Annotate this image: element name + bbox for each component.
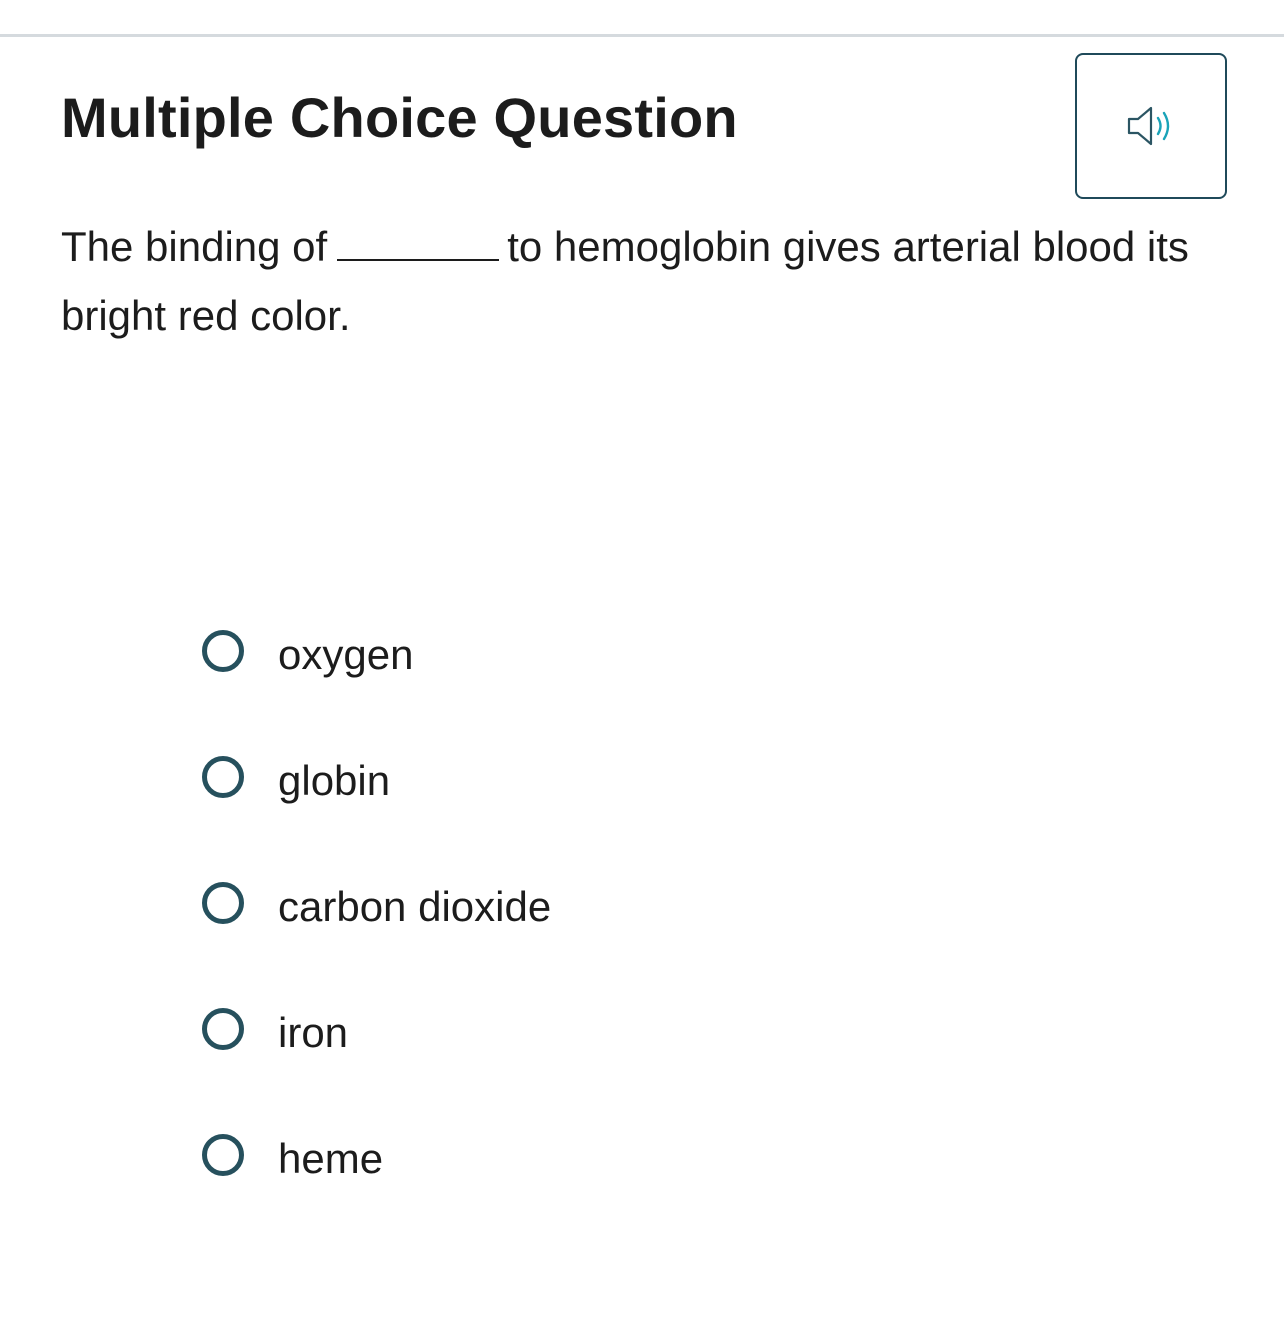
choice-label: heme bbox=[278, 1135, 384, 1182]
radio-button[interactable] bbox=[202, 882, 244, 924]
choice-heme[interactable]: heme bbox=[202, 1092, 551, 1218]
question-text: The binding of to hemoglobin gives arteri… bbox=[61, 212, 1191, 350]
answer-blank bbox=[337, 259, 500, 261]
read-aloud-button[interactable] bbox=[1075, 53, 1227, 199]
page-title: Multiple Choice Question bbox=[61, 86, 738, 149]
choice-oxygen[interactable]: oxygen bbox=[202, 588, 551, 714]
speaker-icon bbox=[1127, 106, 1170, 146]
choice-carbon-dioxide[interactable]: carbon dioxide bbox=[202, 840, 551, 966]
choice-label: oxygen bbox=[278, 631, 414, 678]
question-text-before: The binding of bbox=[61, 223, 328, 270]
radio-button[interactable] bbox=[202, 630, 244, 672]
radio-button[interactable] bbox=[202, 756, 244, 798]
choice-label: globin bbox=[278, 757, 391, 804]
radio-button[interactable] bbox=[202, 1008, 244, 1050]
radio-button[interactable] bbox=[202, 1134, 244, 1176]
top-divider bbox=[0, 34, 1284, 37]
choice-label: iron bbox=[278, 1009, 349, 1056]
choice-globin[interactable]: globin bbox=[202, 714, 551, 840]
choice-iron[interactable]: iron bbox=[202, 966, 551, 1092]
answer-choices: oxygen globin carbon dioxide iron heme bbox=[202, 588, 551, 1218]
choice-label: carbon dioxide bbox=[278, 883, 552, 930]
